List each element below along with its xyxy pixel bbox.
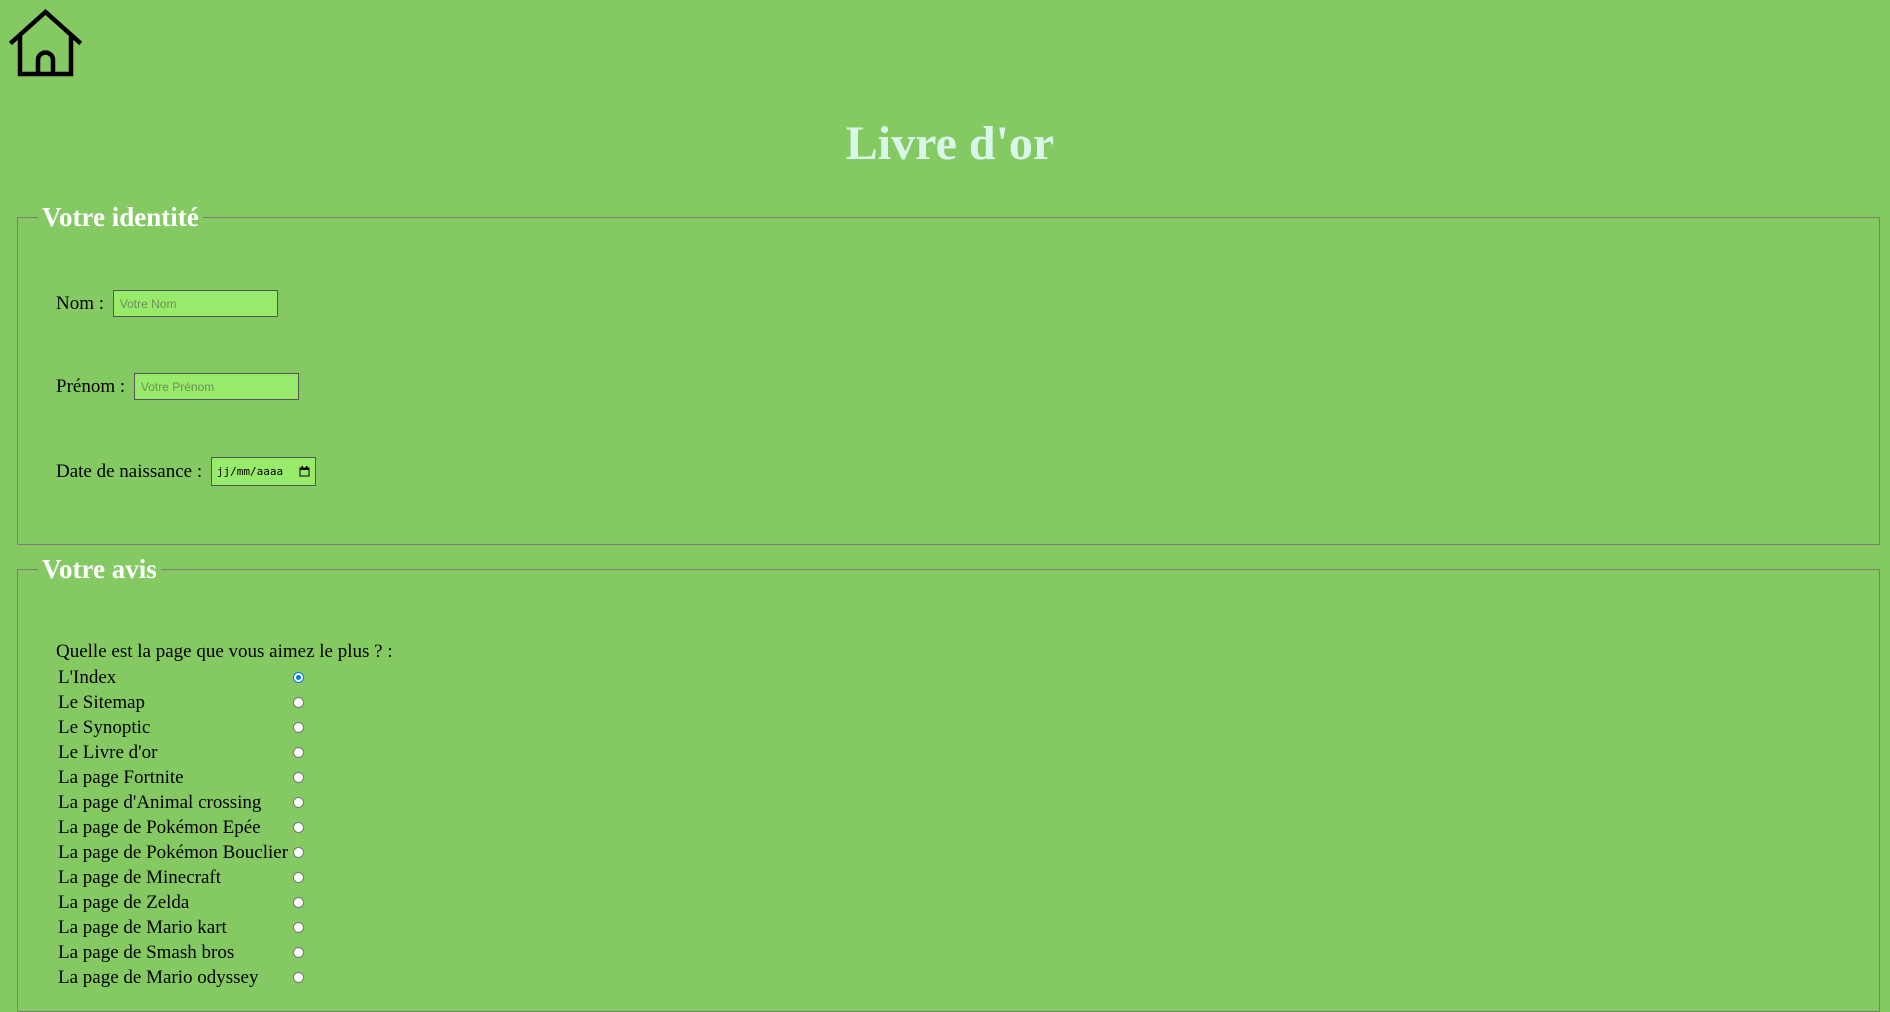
favorite-page-option: La page de Mario kart	[58, 915, 304, 940]
favorite-page-radio[interactable]	[293, 772, 304, 783]
home-link[interactable]	[9, 9, 82, 77]
favorite-page-option-label: La page de Minecraft	[58, 866, 221, 888]
favorite-page-option: Le Livre d'or	[58, 740, 304, 765]
favorite-page-radio[interactable]	[293, 847, 304, 858]
dob-placeholder: jj/mm/aaaa	[216, 464, 284, 478]
favorite-page-option: La page de Mario odyssey	[58, 965, 304, 990]
favorite-page-option: Le Synoptic	[58, 715, 304, 740]
favorite-page-question: Quelle est la page que vous aimez le plu…	[56, 641, 393, 662]
nom-input[interactable]	[112, 290, 278, 317]
favorite-page-option-label: La page d'Animal crossing	[58, 791, 262, 813]
favorite-page-option-label: Le Livre d'or	[58, 741, 158, 763]
favorite-page-option-label: La page de Pokémon Bouclier	[58, 841, 289, 863]
favorite-page-option: La page de Smash bros	[58, 940, 304, 965]
favorite-page-option: Le Sitemap	[58, 690, 304, 715]
identity-legend: Votre identité	[42, 202, 199, 232]
favorite-page-option: La page Fortnite	[58, 765, 304, 790]
favorite-page-option: La page de Minecraft	[58, 865, 304, 890]
prenom-label: Prénom :	[56, 375, 130, 397]
dob-label: Date de naissance :	[56, 460, 207, 482]
favorite-page-radio[interactable]	[293, 672, 304, 683]
home-icon[interactable]	[9, 9, 82, 77]
favorite-page-option-label: La page de Mario kart	[58, 916, 227, 938]
favorite-page-option: La page de Zelda	[58, 890, 304, 915]
favorite-page-radio[interactable]	[293, 722, 304, 733]
favorite-page-radio[interactable]	[293, 822, 304, 833]
favorite-page-radio[interactable]	[293, 872, 304, 883]
avis-legend: Votre avis	[42, 554, 157, 584]
page-title: Livre d'or	[845, 117, 1055, 170]
favorite-page-option-label: La page de Zelda	[58, 891, 190, 913]
favorite-page-radio[interactable]	[293, 897, 304, 908]
favorite-page-option-label: L'Index	[58, 666, 117, 688]
favorite-page-option-label: La page Fortnite	[58, 766, 184, 788]
favorite-page-option: La page de Pokémon Bouclier	[58, 840, 304, 865]
favorite-page-option: La page de Pokémon Epée	[58, 815, 304, 840]
nom-label: Nom :	[56, 292, 109, 314]
calendar-icon[interactable]	[299, 466, 310, 477]
favorite-page-option: L'Index	[58, 665, 304, 690]
favorite-page-radio[interactable]	[293, 697, 304, 708]
favorite-page-option-label: Le Synoptic	[58, 716, 151, 738]
favorite-page-radio[interactable]	[293, 747, 304, 758]
favorite-page-option: La page d'Animal crossing	[58, 790, 304, 815]
favorite-page-radio[interactable]	[293, 947, 304, 958]
nom-row: Nom :	[56, 290, 278, 317]
favorite-page-option-label: La page de Mario odyssey	[58, 966, 259, 988]
favorite-page-option-label: La page de Pokémon Epée	[58, 816, 261, 838]
favorite-page-radio[interactable]	[293, 972, 304, 983]
favorite-page-option-label: La page de Smash bros	[58, 941, 235, 963]
prenom-row: Prénom :	[56, 373, 299, 400]
dob-row: Date de naissance : jj/mm/aaaa	[56, 457, 316, 486]
dob-input[interactable]: jj/mm/aaaa	[210, 457, 316, 486]
favorite-page-option-label: Le Sitemap	[58, 691, 146, 713]
favorite-page-radio[interactable]	[293, 922, 304, 933]
favorite-page-radio[interactable]	[293, 797, 304, 808]
favorite-page-options: L'Index Le Sitemap Le Synoptic Le Livre d'o…	[58, 665, 304, 990]
prenom-input[interactable]	[133, 373, 299, 400]
